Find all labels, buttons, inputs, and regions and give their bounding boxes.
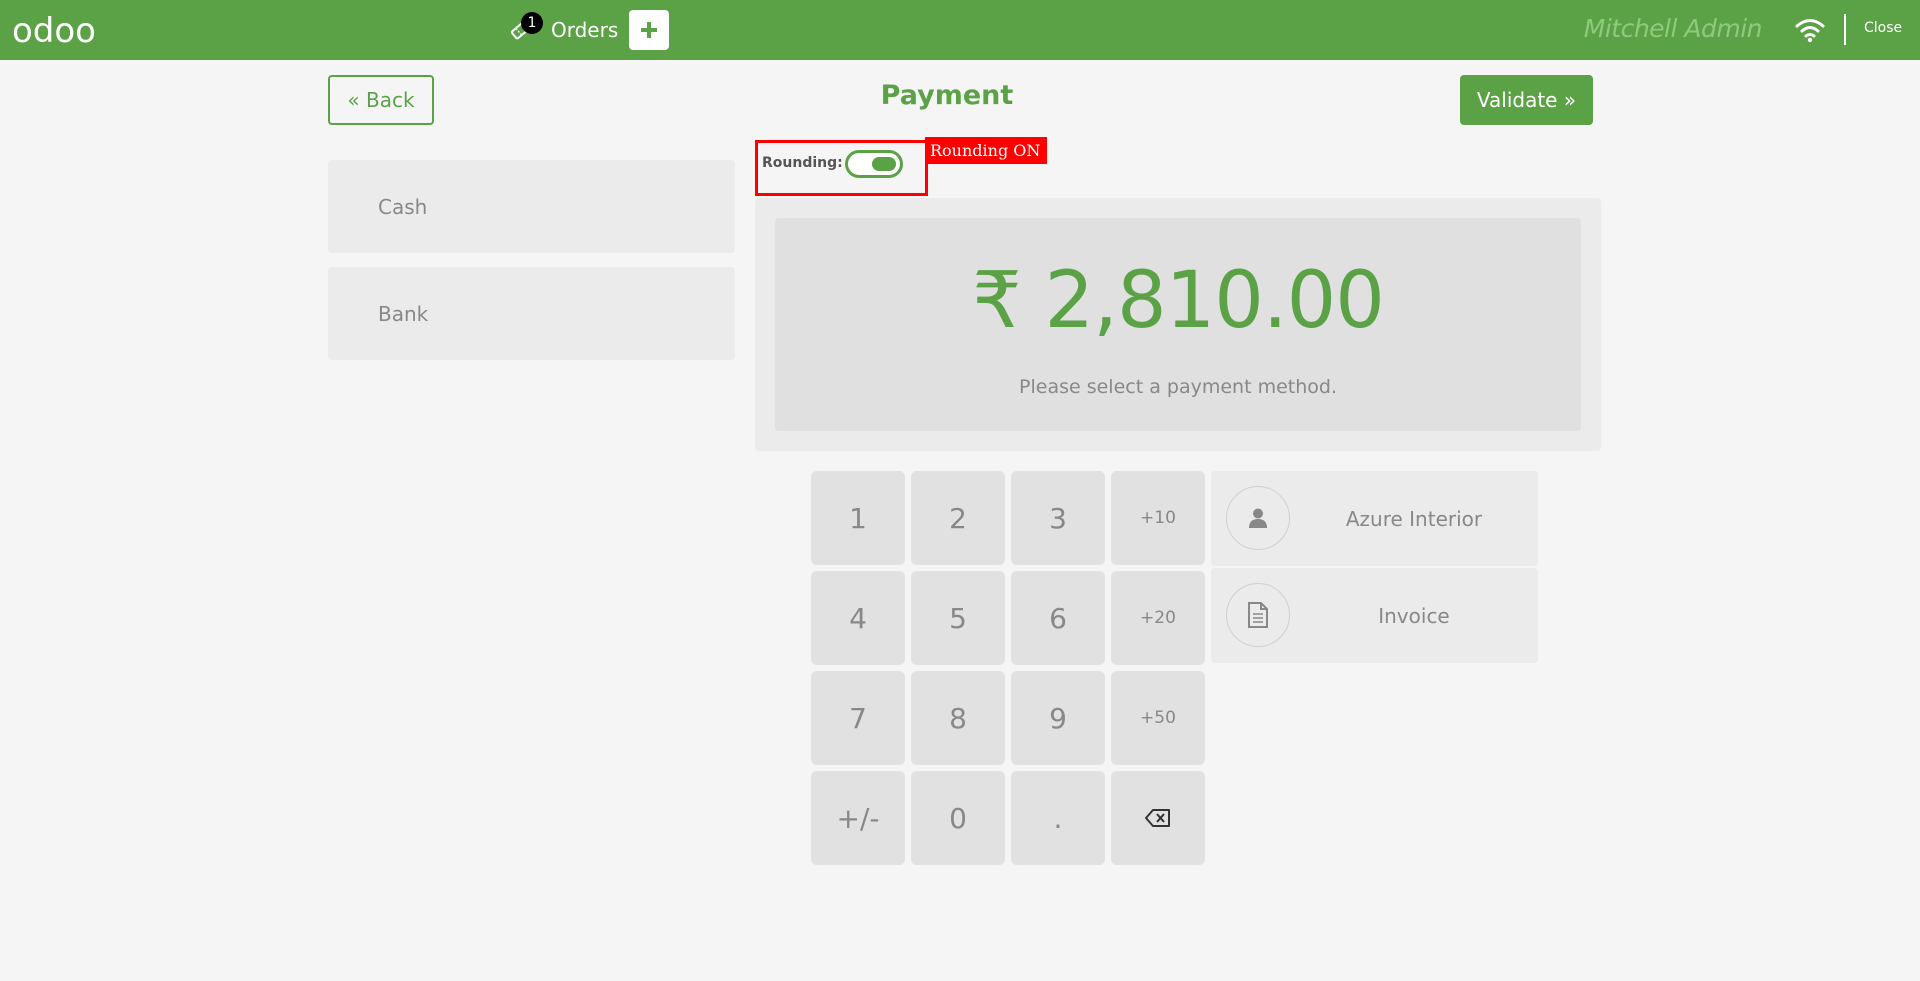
payment-method-label: Bank — [378, 301, 429, 326]
toggle-knob — [872, 157, 896, 171]
orders-label: Orders — [551, 18, 619, 42]
numpad-key-6[interactable]: 6 — [1011, 571, 1105, 665]
numpad-key-1[interactable]: 1 — [811, 471, 905, 565]
rounding-status-tag: Rounding ON — [925, 137, 1047, 164]
invoice-icon-circle — [1226, 583, 1290, 647]
numpad-key-2[interactable]: 2 — [911, 471, 1005, 565]
invoice-label: Invoice — [1378, 603, 1450, 628]
cashier-name[interactable]: Mitchell Admin — [1584, 14, 1763, 43]
numpad-key-8[interactable]: 8 — [911, 671, 1005, 765]
numpad-key-5[interactable]: 5 — [911, 571, 1005, 665]
numpad-key-backspace[interactable] — [1111, 771, 1205, 865]
top-bar: odoo 1 Orders Mitchell Admin Close — [0, 0, 1920, 60]
payment-hint: Please select a payment method. — [1019, 376, 1337, 398]
payment-method-label: Cash — [378, 194, 428, 219]
customer-icon-circle — [1226, 486, 1290, 550]
numpad-key-sign[interactable]: +/- — [811, 771, 905, 865]
ticket-icon: 1 — [505, 12, 543, 45]
document-icon — [1248, 602, 1268, 628]
numpad-key-0[interactable]: 0 — [911, 771, 1005, 865]
plus-icon — [641, 22, 657, 38]
orders-count-badge: 1 — [521, 12, 543, 34]
wifi-icon — [1795, 19, 1825, 43]
numpad-key-decimal[interactable]: . — [1011, 771, 1105, 865]
orders-button[interactable]: 1 Orders — [505, 10, 618, 50]
rounding-label: Rounding: — [762, 155, 843, 171]
rounding-toggle[interactable] — [845, 150, 903, 178]
invoice-button[interactable]: Invoice — [1211, 568, 1538, 663]
page-title: Payment — [880, 80, 1014, 111]
odoo-logo: odoo — [12, 11, 96, 50]
numpad-key-3[interactable]: 3 — [1011, 471, 1105, 565]
header-divider — [1844, 14, 1846, 45]
numpad-key-9[interactable]: 9 — [1011, 671, 1105, 765]
numpad-key-plus10[interactable]: +10 — [1111, 471, 1205, 565]
new-order-button[interactable] — [629, 10, 669, 50]
svg-text:odoo: odoo — [12, 11, 96, 50]
total-amount: ₹ 2,810.00 — [972, 256, 1385, 346]
numpad-key-plus20[interactable]: +20 — [1111, 571, 1205, 665]
numpad-key-4[interactable]: 4 — [811, 571, 905, 665]
numpad-key-plus50[interactable]: +50 — [1111, 671, 1205, 765]
customer-label: Azure Interior — [1345, 506, 1483, 531]
customer-button[interactable]: Azure Interior — [1211, 471, 1538, 566]
user-icon — [1249, 508, 1267, 528]
payment-method-bank[interactable]: Bank — [328, 267, 735, 360]
validate-button[interactable]: Validate » — [1460, 75, 1593, 125]
close-button[interactable]: Close — [1864, 20, 1902, 36]
backspace-icon — [1145, 809, 1170, 827]
payment-method-cash[interactable]: Cash — [328, 160, 735, 253]
numpad-key-7[interactable]: 7 — [811, 671, 905, 765]
